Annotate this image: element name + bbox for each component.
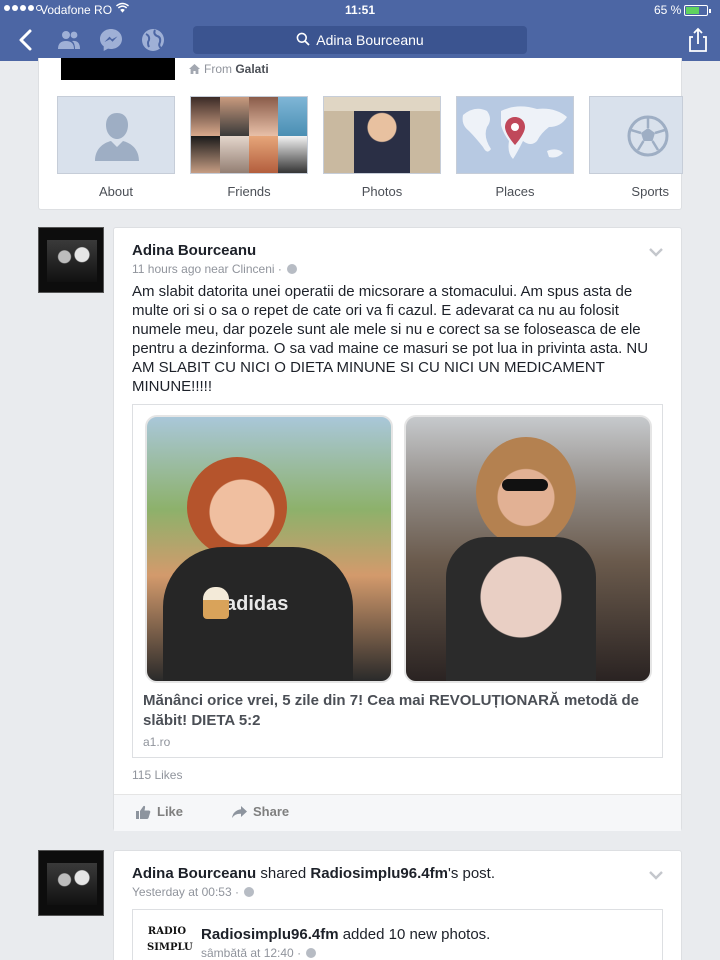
sunglasses [502,479,548,491]
original-post[interactable]: RADIO SIMPLU Radiosimplu96.4fm added 10 … [132,909,663,960]
original-post-header: Radiosimplu96.4fm added 10 new photos. [201,926,491,943]
public-globe-icon [306,948,317,958]
avatar-photo [47,240,97,282]
clothes-rack [324,97,440,111]
profile-avatar[interactable] [38,227,104,293]
original-post-meta: sâmbătă at 12:40 · [201,946,317,960]
link-title[interactable]: Mănânci orice vrei, 5 zile din 7! Cea ma… [143,691,653,731]
back-arrow-icon[interactable] [14,27,40,53]
places-label[interactable]: Places [456,184,574,199]
globe-notifications-icon[interactable] [140,27,166,53]
friends-label[interactable]: Friends [190,184,308,199]
shared-link-preview[interactable]: adidas Mănânci orice vrei, 5 zile din 7!… [132,404,663,758]
friend-photo [249,97,278,136]
status-time: 11:51 [344,3,376,17]
thumbs-up-icon [136,805,151,819]
link-domain: a1.ro [143,735,171,749]
hometown-line: From Galati [189,62,269,76]
public-globe-icon [244,887,255,897]
sports-label[interactable]: Sports [589,184,683,199]
friends-tile[interactable] [190,96,308,174]
shared-post-header: Adina Bourceanu shared Radiosimplu96.4fm… [132,865,496,882]
photos-label[interactable]: Photos [323,184,441,199]
post-text: Am slabit datorita unei operatii de mics… [132,283,649,395]
battery-icon [684,5,711,16]
post-meta: 11 hours ago near Clinceni · [132,262,298,276]
page-name[interactable]: Radiosimplu96.4fm [201,926,339,943]
about-tile[interactable] [57,96,175,174]
chevron-down-icon[interactable] [649,871,663,880]
hometown[interactable]: Galati [235,62,268,76]
places-tile[interactable] [456,96,574,174]
radio-logo[interactable]: RADIO SIMPLU [147,924,193,960]
friend-photo [249,136,278,173]
status-bar: Vodafone RO 11:51 65 % [0,0,720,20]
link-photo-left: adidas [145,415,393,683]
person-figure [187,457,287,557]
share-button[interactable]: Share [232,804,289,819]
friend-photo [220,136,249,173]
sports-tile[interactable] [589,96,683,174]
avatar-photo [47,863,97,905]
home-icon [189,64,200,74]
chevron-down-icon[interactable] [649,248,663,257]
likes-count[interactable]: 115 Likes [132,768,182,782]
search-bar[interactable]: Adina Bourceanu [193,26,527,54]
redacted-block [61,58,175,80]
friend-requests-icon[interactable] [56,27,82,53]
friend-photo [191,136,220,173]
friend-photo [278,136,307,173]
shared-page-name[interactable]: Radiosimplu96.4fm [310,865,448,882]
share-arrow-icon [232,805,247,818]
floral-top [446,537,596,681]
like-label: Like [157,804,184,819]
search-text: Adina Bourceanu [316,32,424,48]
like-button[interactable]: Like [136,804,183,819]
person-figure [476,437,576,547]
profile-card: From Galati About Friends Photos Places … [38,58,683,210]
battery-percent: 65 % [654,3,682,17]
shared-post-card: Adina Bourceanu shared Radiosimplu96.4fm… [113,850,682,960]
messenger-icon[interactable] [98,27,124,53]
shirt-logo: adidas [225,593,289,615]
friend-photo [191,97,220,136]
post-author[interactable]: Adina Bourceanu [132,865,256,882]
profile-avatar[interactable] [38,850,104,916]
soccer-ball-icon [627,115,669,157]
post-meta: Yesterday at 00:53 · [132,885,255,899]
post-actions: Like Share [114,795,681,831]
about-label[interactable]: About [57,184,175,199]
photos-tile[interactable] [323,96,441,174]
friend-photo [220,97,249,136]
share-icon[interactable] [685,27,711,53]
link-photo-right [404,415,652,683]
person-silhouette-icon [95,113,139,161]
child-photo [354,107,410,173]
share-label: Share [253,804,290,819]
search-icon [296,32,310,46]
ice-cream-cone [203,587,229,619]
map-pin-icon [505,117,525,145]
public-globe-icon [287,264,298,274]
friend-photo [278,97,307,136]
top-bar: Vodafone RO 11:51 65 % Adina Bourceanu [0,0,720,61]
post-author[interactable]: Adina Bourceanu [132,242,256,259]
post-card: Adina Bourceanu 11 hours ago near Clince… [113,227,682,831]
